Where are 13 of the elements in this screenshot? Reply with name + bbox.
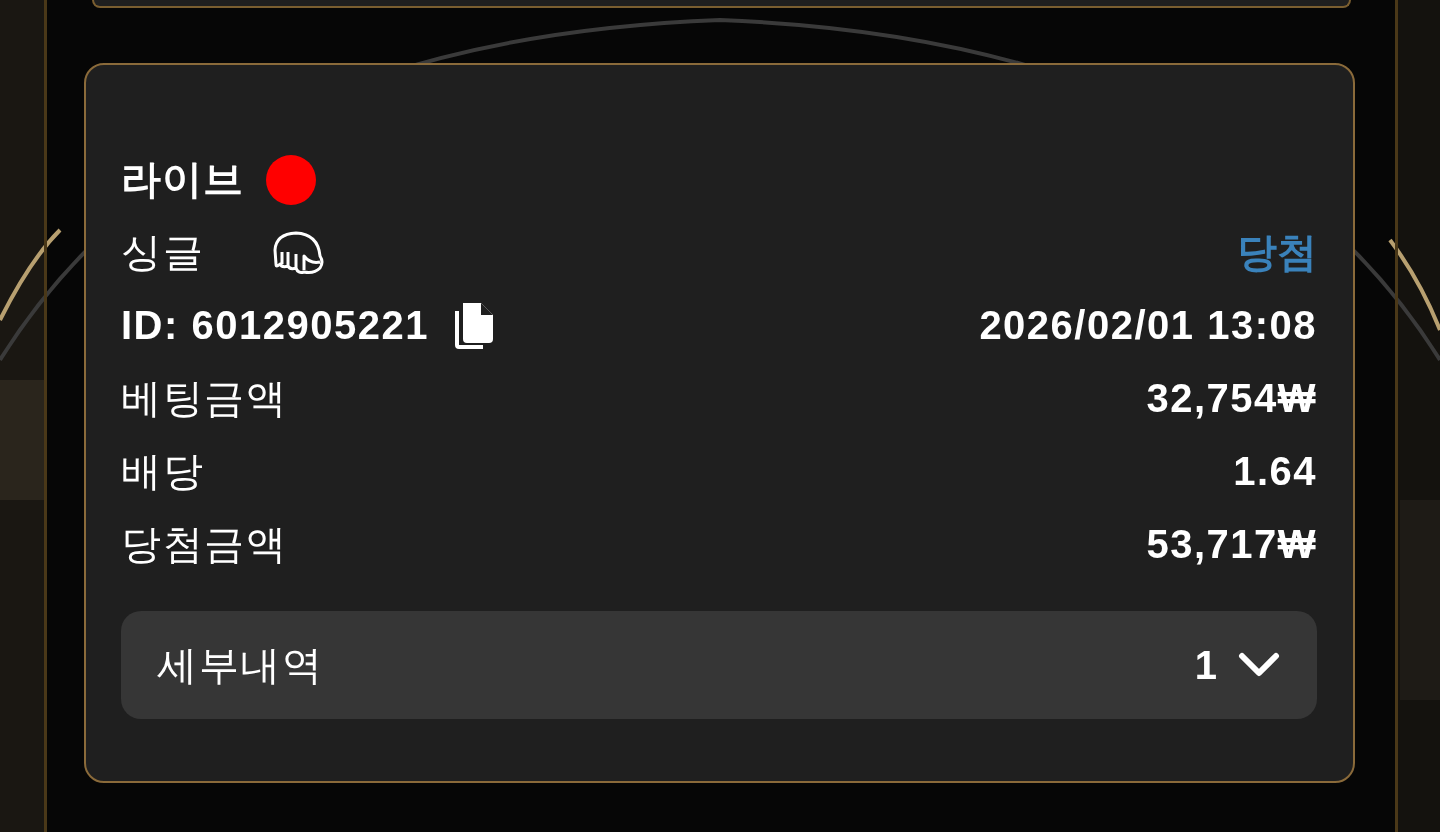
bet-id: ID: 6012905221 — [121, 303, 429, 348]
row-value: 1.64 — [1233, 449, 1317, 494]
row-value: 53,717₩ — [1146, 522, 1317, 567]
chevron-icon — [1237, 651, 1281, 679]
details-toggle[interactable]: 세부내역 1 — [121, 611, 1317, 719]
bet-status: 당첨 — [1237, 229, 1317, 276]
row-label: 베팅금액 — [121, 375, 287, 422]
row-label: 당첨금액 — [121, 521, 287, 568]
bet-type: 싱글 — [121, 229, 204, 276]
row-value: 32,754₩ — [1146, 376, 1317, 421]
row-label: 배당 — [121, 448, 204, 495]
bet-category: 라이브 — [121, 156, 244, 203]
bet-datetime: 2026/02/01 13:08 — [979, 303, 1317, 348]
